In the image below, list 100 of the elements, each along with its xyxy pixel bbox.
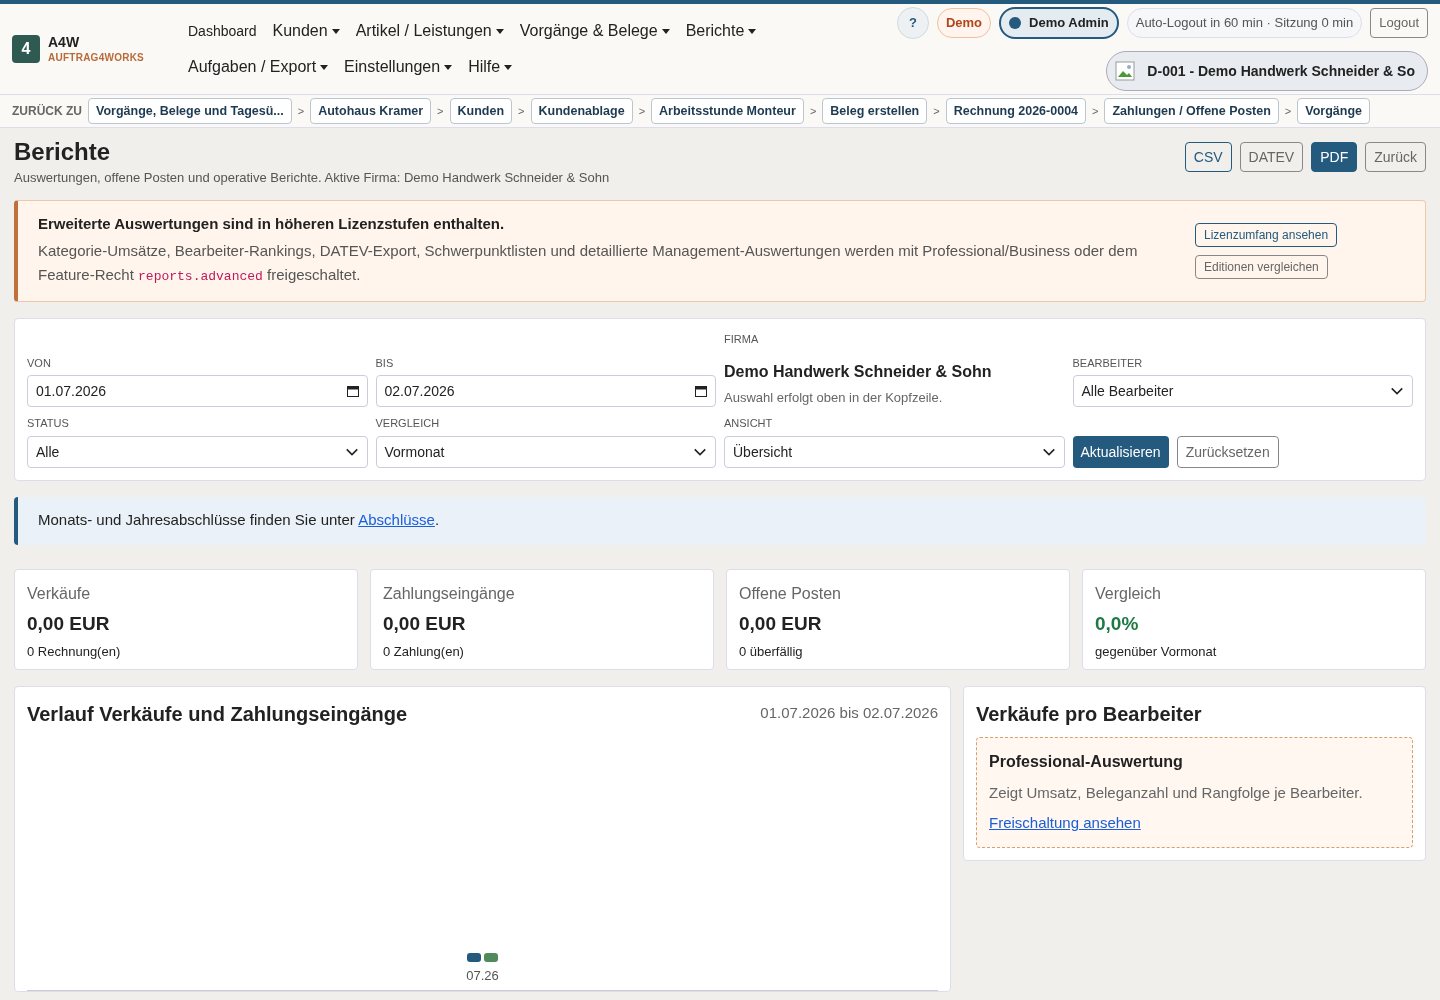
breadcrumb-separator: >: [809, 103, 817, 119]
nav-link[interactable]: Kunden: [272, 19, 340, 43]
kpi-label: Offene Posten: [739, 583, 842, 604]
field-label: VON: [27, 355, 52, 371]
nav-link[interactable]: Vorgänge & Belege: [519, 19, 670, 43]
breadcrumb-link[interactable]: Kundenablage: [530, 97, 633, 125]
caret-icon: [444, 64, 453, 70]
select-value: Vormonat: [384, 442, 445, 462]
export-button[interactable]: Zurück: [1365, 142, 1426, 172]
nav-link[interactable]: Aufgaben / Export: [188, 55, 329, 79]
caret-icon: [504, 64, 513, 70]
field-label: STATUS: [27, 416, 70, 431]
calendar-icon: [346, 385, 359, 397]
status-select[interactable]: Alle: [27, 435, 368, 468]
select-value: Übersicht: [733, 442, 793, 462]
brand-subtitle: AUFTRAG4WORKS: [48, 50, 145, 65]
unlock-link[interactable]: Freischaltung ansehen: [989, 812, 1141, 835]
date-field[interactable]: 02.07.2026: [375, 375, 716, 407]
caret-icon: [331, 28, 340, 34]
breadcrumb-separator: >: [1092, 103, 1099, 119]
kpi-note: 0 Rechnung(en): [27, 643, 122, 661]
kpi-note: 0 überfällig: [739, 643, 804, 661]
breadcrumb-link[interactable]: Autohaus Kramer: [310, 97, 432, 125]
axis-label: 07.26: [466, 967, 499, 985]
notice-button[interactable]: Editionen vergleichen: [1195, 254, 1328, 279]
breadcrumb-label: ZURÜCK ZU: [12, 103, 82, 120]
kpi-value: 0,00 EUR: [739, 611, 823, 636]
brand-name: A4W: [48, 33, 81, 50]
select-value: Alle: [36, 442, 60, 462]
calendar-icon: [695, 385, 707, 397]
field-label: FIRMA: [724, 332, 760, 347]
update-button[interactable]: Aktualisieren: [1072, 435, 1169, 468]
notice-title: Erweiterte Auswertungen sind in höheren Lizenzstufen enthalten.: [38, 213, 506, 234]
kpi-label: Vergleich: [1095, 583, 1162, 604]
company-selector[interactable]: D-001 - Demo Handwerk Schneider & So: [1106, 51, 1428, 91]
comparison-select[interactable]: Vormonat: [375, 435, 716, 468]
export-button[interactable]: CSV: [1184, 142, 1232, 172]
breadcrumb-separator: >: [1284, 103, 1292, 119]
date-field[interactable]: 01.07.2026: [27, 375, 368, 407]
field-label: BIS: [375, 355, 395, 371]
nav-link[interactable]: Einstellungen: [344, 55, 453, 79]
date-value: 01.07.2026: [36, 382, 107, 401]
notice-text: Kategorie-Umsätze, Bearbeiter-Rankings, DATEV-Export, Schwerpunktlisten und detaillierte Management-Auswertungen werden mit Professional/Business oder dem Feature-Recht reports.advanced freigeschaltet.: [38, 241, 1139, 286]
field-label: BEARBEITER: [1072, 355, 1144, 371]
page-title: Berichte: [14, 137, 112, 167]
image-icon: [1115, 61, 1136, 81]
demo-badge: Demo: [936, 8, 991, 38]
breadcrumb-separator: >: [437, 103, 444, 119]
breadcrumb-separator: >: [297, 103, 305, 119]
closings-link[interactable]: Abschlüsse: [358, 511, 435, 529]
card-title: Verkäufe pro Bearbeiter: [976, 701, 1203, 727]
kpi-label: Zahlungseingänge: [383, 583, 516, 604]
breadcrumb-separator: >: [638, 103, 646, 119]
kpi-label: Verkäufe: [27, 583, 92, 604]
user-pill[interactable]: Demo Admin: [999, 7, 1119, 39]
kpi-note: 0 Zahlung(en): [383, 643, 465, 661]
session-info: Auto-Logout in 60 min · Sitzung 0 min: [1126, 8, 1363, 38]
caret-icon: [661, 28, 670, 34]
kpi-note: gegenüber Vormonat: [1095, 643, 1218, 661]
caret-icon: [495, 28, 504, 34]
select-value: Alle Bearbeiter: [1081, 382, 1174, 401]
date-range: 01.07.2026 bis 02.07.2026: [760, 703, 938, 724]
export-button[interactable]: PDF: [1311, 142, 1358, 172]
logo-badge[interactable]: 4: [12, 35, 40, 63]
reset-button[interactable]: Zurücksetzen: [1176, 435, 1279, 468]
export-button[interactable]: DATEV: [1239, 142, 1304, 172]
info-text: Monats- und Jahresabschlüsse finden Sie unter Abschlüsse.: [38, 510, 440, 531]
caret-icon: [320, 64, 329, 70]
field-label: VERGLEICH: [375, 416, 441, 431]
breadcrumb-link[interactable]: Beleg erstellen: [822, 97, 928, 125]
kpi-value: 0,00 EUR: [383, 611, 467, 636]
help-button[interactable]: ?: [896, 7, 929, 39]
nav-link[interactable]: Berichte: [685, 19, 757, 43]
breadcrumb-link[interactable]: Vorgänge: [1297, 97, 1370, 125]
company-hint: Auswahl erfolgt oben in der Kopfzeile.: [724, 388, 944, 407]
date-value: 02.07.2026: [384, 382, 455, 401]
breadcrumb-link[interactable]: Kunden: [449, 97, 513, 125]
field-label: ANSICHT: [724, 416, 774, 431]
caret-icon: [748, 28, 757, 34]
breadcrumb-separator: >: [933, 103, 940, 119]
logout-button[interactable]: Logout: [1370, 8, 1428, 38]
company-name: Demo Handwerk Schneider & Sohn: [724, 361, 993, 382]
bar-chart-drawing: [466, 953, 499, 962]
kpi-value: 0,00 EUR: [27, 611, 111, 636]
upsell-title: Professional-Auswertung: [989, 751, 1184, 772]
breadcrumb-link[interactable]: Arbeitsstunde Monteur: [651, 97, 804, 125]
breadcrumb-link[interactable]: Zahlungen / Offene Posten: [1104, 97, 1279, 125]
view-select[interactable]: Übersicht: [724, 435, 1065, 468]
breadcrumb-separator: >: [518, 103, 525, 119]
nav-link[interactable]: Hilfe: [468, 55, 513, 79]
nav-link[interactable]: Artikel / Leistungen: [355, 19, 504, 43]
nav-link[interactable]: Dashboard: [188, 19, 257, 43]
editor-select[interactable]: Alle Bearbeiter: [1072, 375, 1413, 407]
notice-button[interactable]: Lizenzumfang ansehen: [1195, 222, 1338, 247]
upsell-text: Zeigt Umsatz, Beleganzahl und Rangfolge je Bearbeiter.: [989, 782, 1364, 803]
breadcrumb-link[interactable]: Rechnung 2026-0004: [945, 97, 1087, 125]
page-subtitle: Auswertungen, offene Posten und operative Berichte. Aktive Firma: Demo Handwerk Schneider & Sohn: [14, 169, 610, 187]
kpi-value: 0,0%: [1095, 611, 1140, 636]
card-title: Verlauf Verkäufe und Zahlungseingänge: [27, 701, 408, 727]
breadcrumb-link[interactable]: Vorgänge, Belege und Tagesü...: [88, 97, 292, 125]
